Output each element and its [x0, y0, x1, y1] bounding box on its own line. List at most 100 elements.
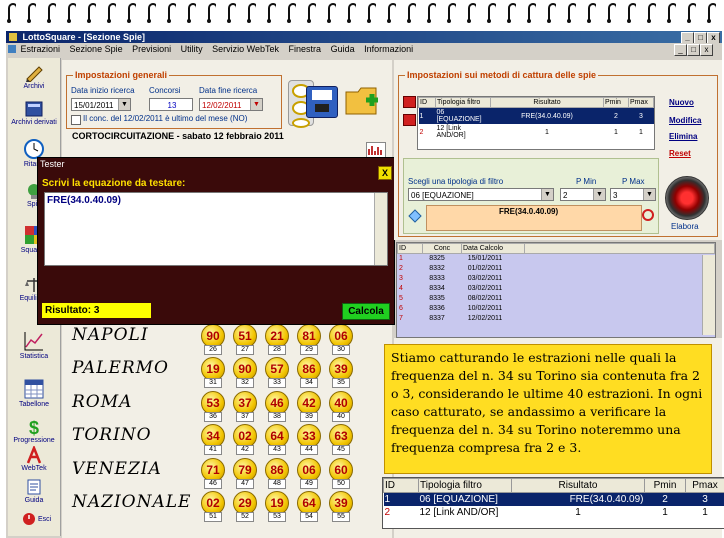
pmin-select[interactable]: 2 ▼: [560, 188, 606, 201]
pmax-select[interactable]: 3 ▼: [610, 188, 656, 201]
column-header: Pmin: [603, 97, 629, 108]
window-title: LottoSquare - [Sezione Spie]: [22, 32, 146, 42]
table-cell: 1: [614, 128, 618, 136]
menu-utility[interactable]: Utility: [181, 44, 203, 54]
number-position: 41: [204, 445, 222, 455]
pmax-label: P Max: [622, 177, 645, 186]
table-row[interactable]: 5 8335 08/02/2011: [397, 294, 715, 304]
number-position: 34: [300, 378, 318, 388]
modifica-link[interactable]: Modifica: [669, 116, 701, 125]
captured-scrollbar[interactable]: [702, 255, 715, 335]
chevron-down-icon: ▼: [593, 189, 605, 200]
sidebar-label: Archivi: [23, 83, 45, 90]
column-header: Pmax: [685, 478, 724, 493]
move-down-icon[interactable]: [403, 114, 416, 126]
menu-servizio-webtek[interactable]: Servizio WebTek: [212, 44, 279, 54]
tester-close-button[interactable]: X: [378, 166, 392, 180]
table-row[interactable]: 1 06 [EQUAZIONE] FRE(34.0.40.09) 2 3: [418, 107, 654, 124]
sidebar-item-esci[interactable]: Esci: [8, 512, 60, 526]
number-position: 30: [332, 345, 350, 355]
table-cell: 3: [702, 494, 708, 505]
filter-type-select[interactable]: 06 [EQUAZIONE] ▼: [408, 188, 554, 201]
menu-estrazioni[interactable]: Estrazioni: [21, 44, 61, 54]
table-cell: 6: [399, 305, 403, 312]
table-row[interactable]: 3 8333 03/02/2011: [397, 274, 715, 284]
end-date-picker[interactable]: 12/02/2011 ▼: [199, 98, 263, 111]
diamond-icon[interactable]: [408, 209, 422, 223]
methods-table: ID Tipologia filtro Risultato Pmin Pmax …: [417, 96, 655, 150]
column-header: ID: [418, 97, 436, 108]
spiral-ring: [322, 2, 338, 24]
sidebar-label: Guida: [24, 497, 44, 504]
start-date-picker[interactable]: 15/01/2011 ▼: [71, 98, 131, 111]
sidebar-item-webtek[interactable]: WebTek: [8, 446, 60, 472]
menu-sezione-spie[interactable]: Sezione Spie: [70, 44, 123, 54]
number-position: 26: [204, 345, 222, 355]
concorsi-input[interactable]: 13: [149, 98, 193, 111]
column-header: Data Calcolo: [461, 243, 525, 254]
number-position: 33: [268, 378, 286, 388]
table-row[interactable]: 2 12 [Link AND/OR] 1 1 1: [384, 506, 724, 519]
table-row[interactable]: 1 8325 15/01/2011: [397, 254, 715, 264]
filter-type-value: 06 [EQUAZIONE]: [411, 191, 474, 200]
equation-scrollbar[interactable]: [374, 193, 387, 265]
spiral-ring: [262, 2, 278, 24]
explanation-note: Stiamo catturando le estrazioni nelle qu…: [384, 344, 712, 474]
mdi-minimize-button[interactable]: _: [674, 44, 687, 56]
table-cell: 06 [EQUAZIONE]: [419, 494, 498, 505]
table-row[interactable]: 7 8337 12/02/2011: [397, 314, 715, 324]
mdi-close-button[interactable]: x: [700, 44, 713, 56]
table-cell: 10/02/2011: [467, 305, 503, 312]
spiral-ring: [362, 2, 378, 24]
table-row[interactable]: 1 06 [EQUAZIONE] FRE(34.0.40.09) 2 3: [383, 492, 724, 506]
menu-finestra[interactable]: Finestra: [289, 44, 322, 54]
sidebar-label: Statistica: [19, 353, 49, 360]
spiral-ring: [82, 2, 98, 24]
table-row[interactable]: 2 12 [Link AND/OR] 1 1 1: [419, 124, 654, 140]
number-position: 48: [268, 479, 286, 489]
last-month-checkbox[interactable]: [71, 115, 81, 125]
move-up-icon[interactable]: [403, 96, 416, 108]
concorsi-label: Concorsi: [149, 86, 181, 95]
sidebar-item-archivi[interactable]: Archivi: [8, 64, 60, 90]
spiral-ring: [542, 2, 558, 24]
no-entry-icon[interactable]: [642, 209, 654, 221]
number-position: 52: [236, 512, 254, 522]
spiral-ring: [62, 2, 78, 24]
sidebar-item-tabellone[interactable]: Tabellone: [8, 378, 60, 408]
menu-previsioni[interactable]: Previsioni: [132, 44, 171, 54]
table-cell: 1: [639, 128, 643, 136]
elimina-link[interactable]: Elimina: [669, 132, 697, 141]
table-row[interactable]: 2 8332 01/02/2011: [397, 264, 715, 274]
sidebar-label: Tabellone: [19, 401, 49, 408]
wheel-name: PALERMO: [72, 358, 169, 378]
elabora-button[interactable]: [665, 176, 709, 220]
menu-informazioni[interactable]: Informazioni: [364, 44, 413, 54]
sidebar-label: Progressione: [13, 437, 55, 444]
spiral-ring: [142, 2, 158, 24]
nuovo-link[interactable]: Nuovo: [669, 98, 694, 107]
sidebar-item-archivi-derivati[interactable]: Archivi derivati: [8, 100, 60, 126]
calcola-button[interactable]: Calcola: [342, 303, 390, 320]
reset-link[interactable]: Reset: [669, 149, 691, 158]
pmax-value: 3: [613, 191, 618, 200]
table-row[interactable]: 6 8336 10/02/2011: [397, 304, 715, 314]
sidebar-item-statistica[interactable]: Statistica: [8, 330, 60, 360]
equation-text: FRE(34.0.40.09): [47, 195, 121, 206]
spiral-ring: [642, 2, 658, 24]
menu-guida[interactable]: Guida: [331, 44, 355, 54]
mdi-restore-button[interactable]: □: [687, 44, 700, 56]
table-cell: 8325: [429, 255, 445, 262]
table-row[interactable]: 4 8334 03/02/2011: [397, 284, 715, 294]
sidebar-item-progressione[interactable]: $ Progressione: [8, 418, 60, 444]
chart-small-icon[interactable]: [366, 142, 386, 158]
sidebar-item-guida[interactable]: Guida: [8, 478, 60, 504]
spiral-ring: [302, 2, 318, 24]
folder-add-icon[interactable]: [344, 82, 382, 120]
save-icon[interactable]: [306, 86, 338, 118]
expression-field[interactable]: FRE(34.0.40.09): [426, 205, 642, 231]
svg-text:$: $: [29, 418, 39, 436]
equation-textarea[interactable]: FRE(34.0.40.09): [44, 192, 388, 266]
spiral-ring: [562, 2, 578, 24]
wheel-name: NAPOLI: [72, 325, 149, 345]
